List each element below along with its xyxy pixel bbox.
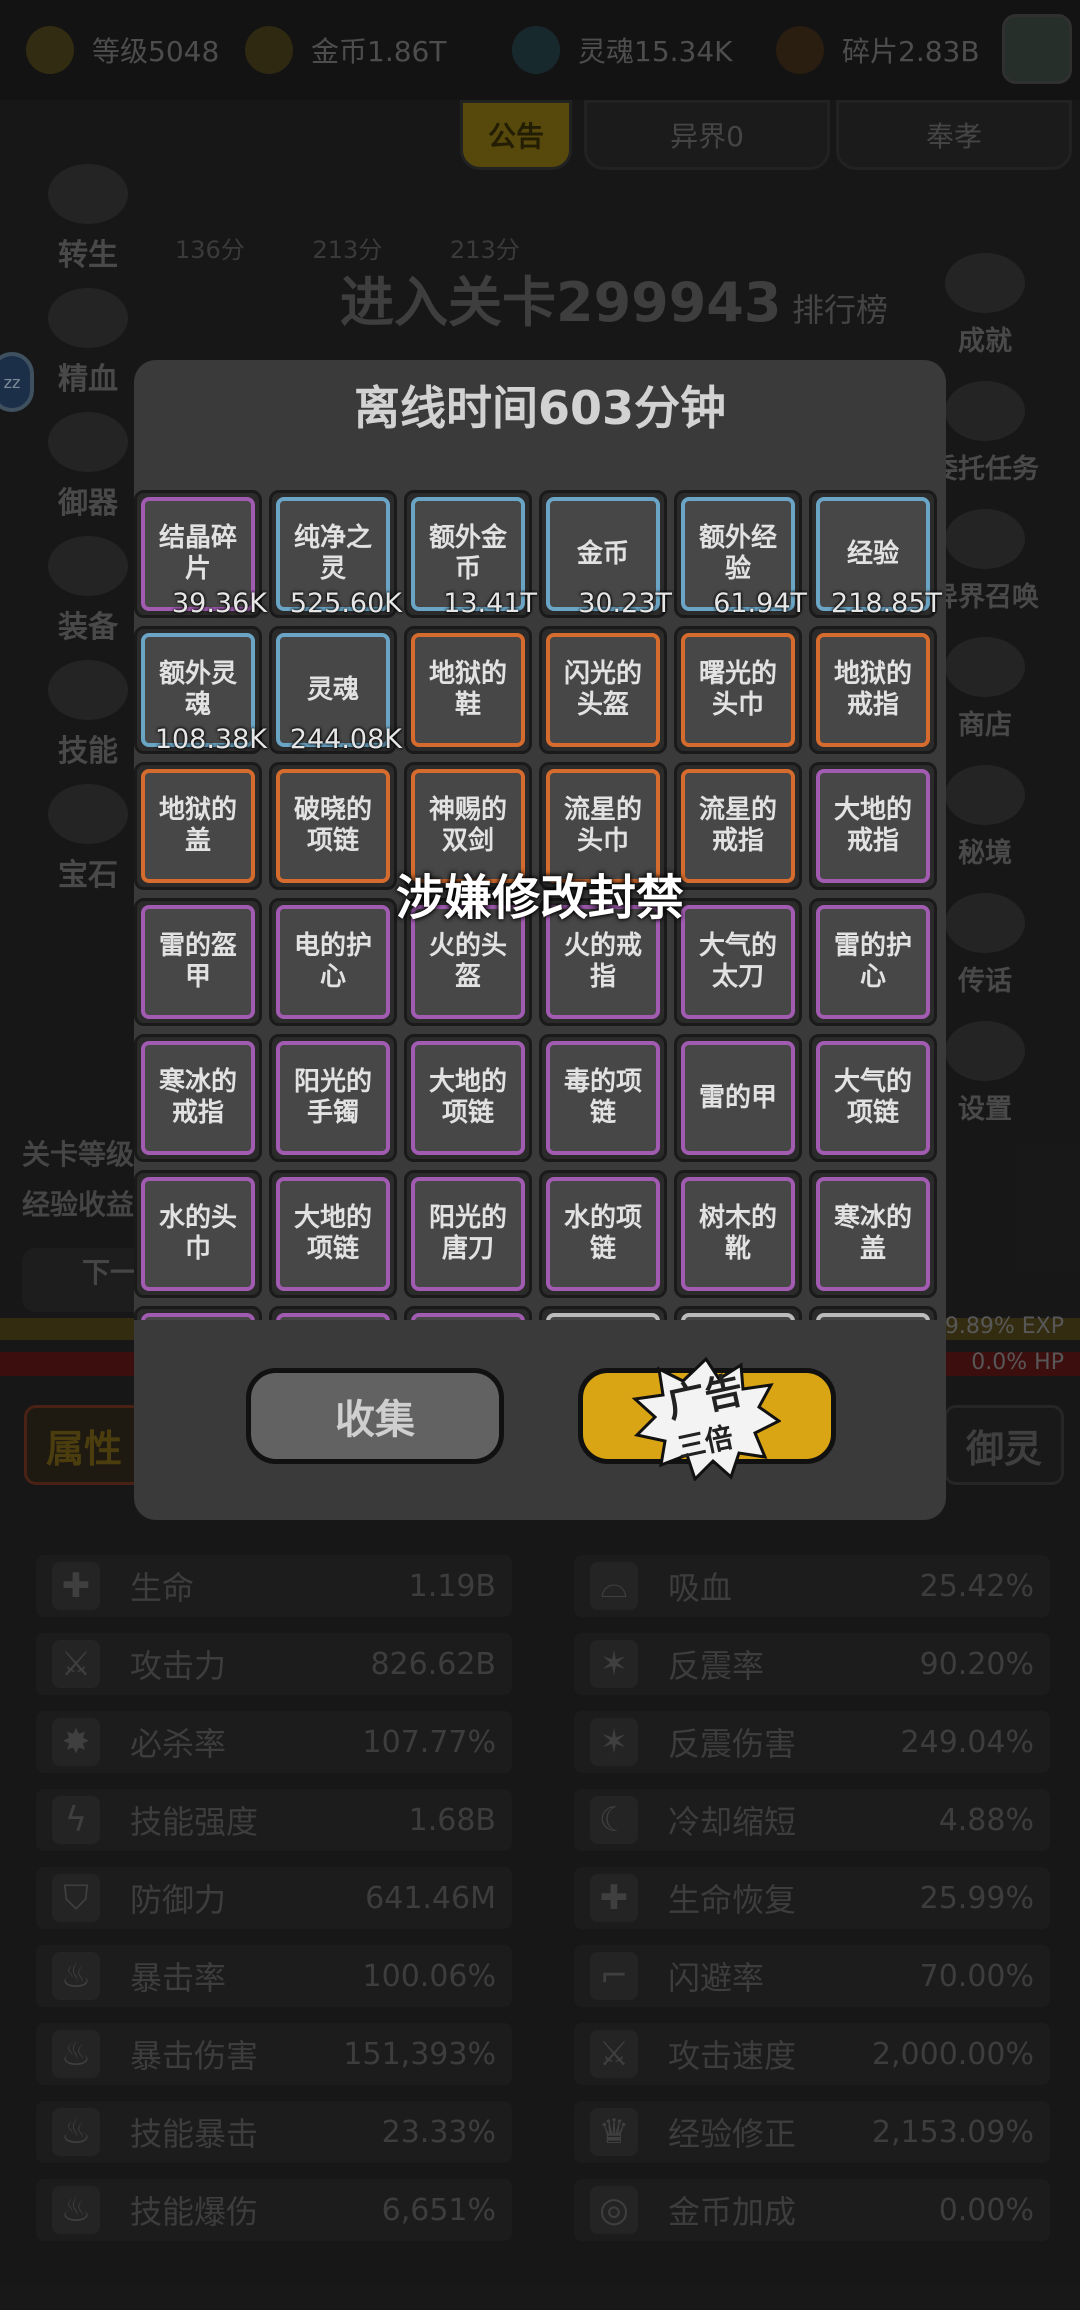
reward-item[interactable] (404, 1306, 532, 1320)
reward-item[interactable]: 大地的项链 (269, 1170, 397, 1298)
reward-item-count: 13.41T (443, 588, 537, 619)
reward-item[interactable]: 阳光的手镯 (269, 1034, 397, 1162)
reward-item[interactable]: 寒冰的盖 (809, 1170, 937, 1298)
reward-item-count: 525.60K (289, 588, 402, 619)
reward-item-count: 61.94T (713, 588, 807, 619)
reward-item-name: 阳光的唐刀 (411, 1177, 525, 1291)
reward-item-name (276, 1313, 390, 1320)
reward-item[interactable]: 大地的项链 (404, 1034, 532, 1162)
ban-warning: 涉嫌修改封禁 (395, 870, 684, 926)
collect-button[interactable]: 收集 (246, 1368, 504, 1464)
reward-item-count: 30.23T (578, 588, 672, 619)
reward-item-name: 地狱的鞋 (411, 633, 525, 747)
reward-item[interactable]: 雷的甲 (674, 1034, 802, 1162)
reward-item[interactable] (134, 1306, 262, 1320)
reward-item[interactable]: 毒的项链 (539, 1034, 667, 1162)
reward-item-name (816, 1313, 930, 1320)
reward-item[interactable] (269, 1306, 397, 1320)
reward-item-name: 大地的项链 (411, 1041, 525, 1155)
reward-item-count: 218.85T (831, 588, 942, 619)
reward-item[interactable]: 寒冰的戒指 (134, 1034, 262, 1162)
dialog-title: 离线时间603分钟 (353, 381, 727, 435)
reward-item-name: 雷的甲 (681, 1041, 795, 1155)
reward-item[interactable]: 纯净之灵 525.60K (269, 490, 402, 619)
reward-item[interactable]: 额外灵魂 108.38K (134, 626, 267, 755)
reward-item[interactable]: 结晶碎片 39.36K (134, 490, 267, 619)
reward-item-count: 39.36K (171, 588, 267, 619)
reward-item-name: 大气的项链 (816, 1041, 930, 1155)
reward-item[interactable]: 水的头巾 (134, 1170, 262, 1298)
reward-item[interactable]: 地狱的戒指 (809, 626, 937, 754)
reward-item[interactable]: 阳光的唐刀 (404, 1170, 532, 1298)
dialog-footer: 收集 广告 三倍 (134, 1320, 946, 1520)
reward-item-count: 108.38K (154, 724, 267, 755)
reward-item[interactable]: 曙光的头巾 (674, 626, 802, 754)
offline-reward-dialog: 离线时间603分钟 结晶碎片 39.36K 纯净之灵 525.60K 额外金币 13.41… (134, 360, 946, 1520)
reward-item[interactable]: 额外金币 13.41T (404, 490, 537, 619)
reward-item[interactable] (809, 1306, 937, 1320)
reward-item-name (411, 1313, 525, 1320)
reward-item[interactable]: 树木的靴 (674, 1170, 802, 1298)
reward-item[interactable]: 金币 30.23T (539, 490, 672, 619)
reward-item[interactable]: 水的项链 (539, 1170, 667, 1298)
reward-item[interactable] (539, 1306, 667, 1320)
reward-item-name: 曙光的头巾 (681, 633, 795, 747)
reward-item[interactable] (674, 1306, 802, 1320)
reward-item[interactable]: 灵魂 244.08K (269, 626, 402, 755)
reward-item-name: 大地的项链 (276, 1177, 390, 1291)
reward-item[interactable]: 额外经验 61.94T (674, 490, 807, 619)
reward-item-name (681, 1313, 795, 1320)
reward-item-name: 阳光的手镯 (276, 1041, 390, 1155)
reward-item-name: 闪光的头盔 (546, 633, 660, 747)
reward-item[interactable]: 闪光的头盔 (539, 626, 667, 754)
reward-item-name: 毒的项链 (546, 1041, 660, 1155)
reward-item-name: 水的项链 (546, 1177, 660, 1291)
reward-item-name: 水的头巾 (141, 1177, 255, 1291)
reward-item[interactable]: 经验 218.85T (809, 490, 942, 619)
ad-triple-button[interactable]: 广告 三倍 (578, 1357, 836, 1481)
reward-item-name (141, 1313, 255, 1320)
reward-item-name: 地狱的戒指 (816, 633, 930, 747)
reward-item-name: 寒冰的戒指 (141, 1041, 255, 1155)
reward-item[interactable]: 大气的项链 (809, 1034, 937, 1162)
reward-item[interactable]: 地狱的鞋 (404, 626, 532, 754)
reward-item-name (546, 1313, 660, 1320)
reward-item-count: 244.08K (289, 724, 402, 755)
reward-item-name: 树木的靴 (681, 1177, 795, 1291)
reward-item-name: 寒冰的盖 (816, 1177, 930, 1291)
